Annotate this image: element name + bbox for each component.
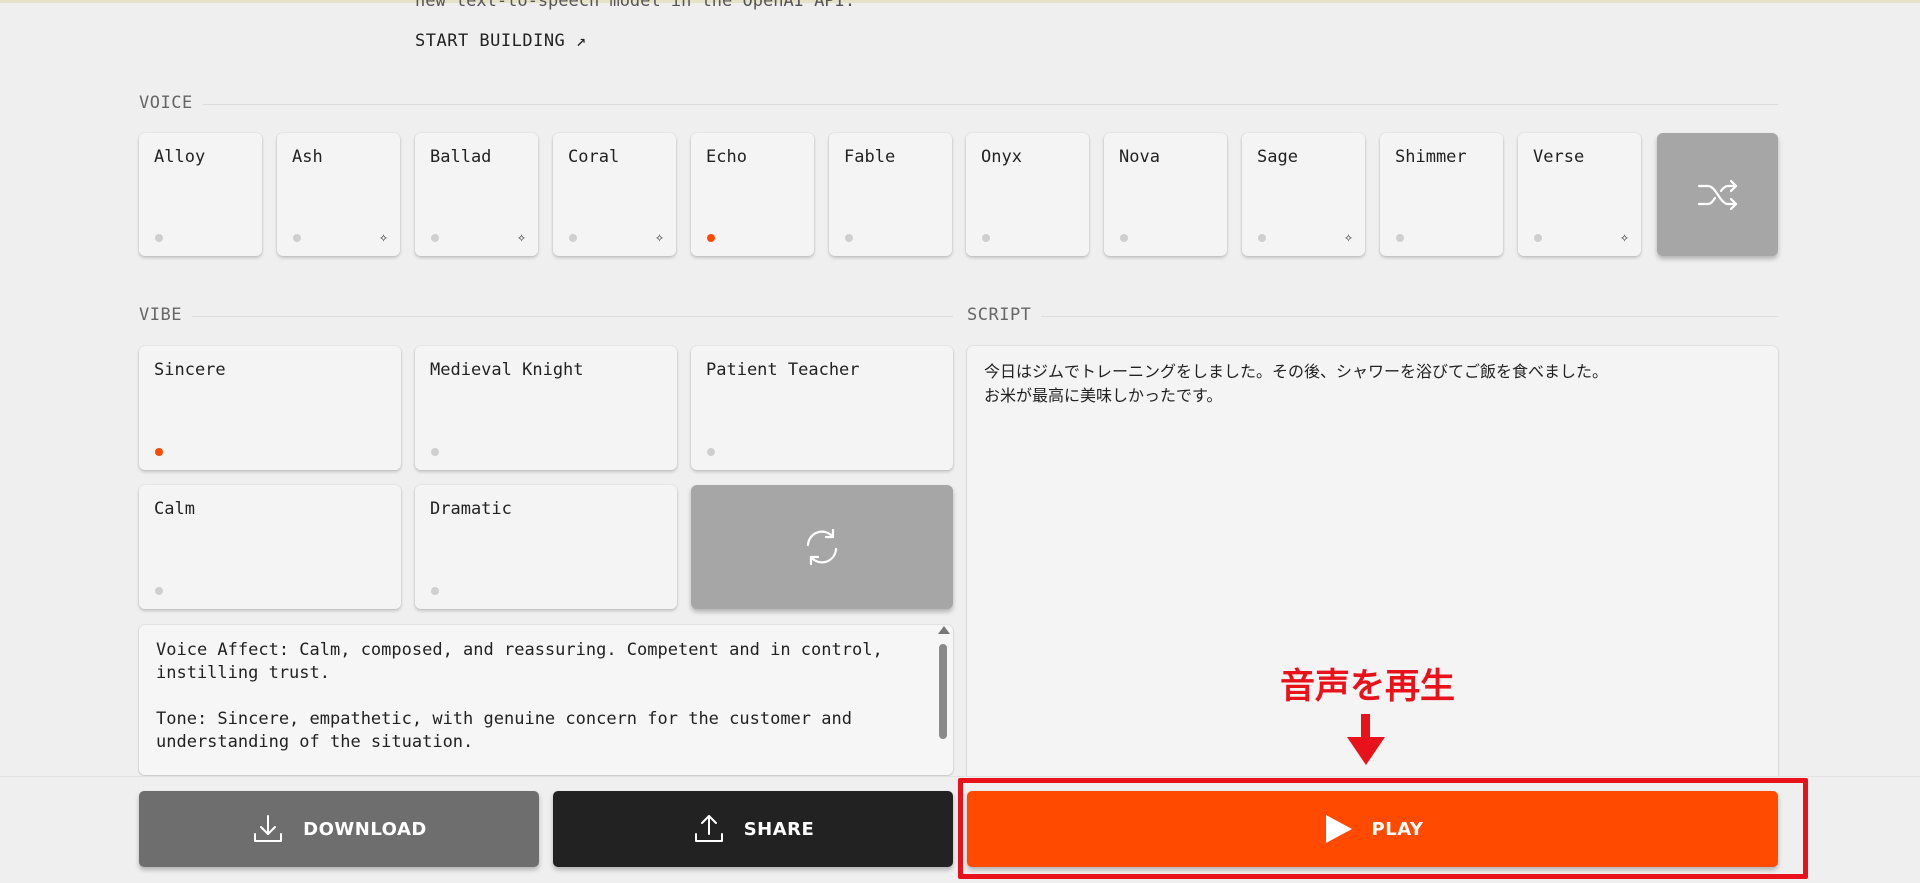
refresh-icon bbox=[806, 528, 838, 566]
vibe-section-label: VIBE bbox=[139, 305, 192, 325]
scroll-up-icon[interactable] bbox=[938, 626, 950, 634]
indicator-dot bbox=[982, 234, 990, 242]
voice-card-label: Fable bbox=[844, 147, 896, 167]
indicator-dot bbox=[707, 448, 715, 456]
selected-indicator-dot bbox=[707, 234, 715, 242]
indicator-dot bbox=[1396, 234, 1404, 242]
indicator-dot bbox=[155, 234, 163, 242]
share-icon bbox=[694, 815, 723, 842]
script-divider bbox=[967, 316, 1778, 317]
indicator-dot bbox=[1258, 234, 1266, 242]
share-button[interactable]: SHARE bbox=[553, 791, 953, 867]
vibe-card-patient-teacher[interactable]: Patient Teacher bbox=[691, 346, 953, 470]
indicator-dot bbox=[293, 234, 301, 242]
voice-section-label: VOICE bbox=[139, 93, 203, 113]
annotation-arrow-icon bbox=[1361, 714, 1370, 738]
download-button[interactable]: DOWNLOAD bbox=[139, 791, 539, 867]
voice-card-echo[interactable]: Echo bbox=[691, 133, 814, 256]
shuffle-voice-button[interactable] bbox=[1657, 133, 1778, 256]
voice-card-label: Verse bbox=[1533, 147, 1585, 167]
voice-card-label: Sage bbox=[1257, 147, 1298, 167]
voice-card-label: Nova bbox=[1119, 147, 1160, 167]
vibe-card-calm[interactable]: Calm bbox=[139, 485, 401, 609]
vibe-card-dramatic[interactable]: Dramatic bbox=[415, 485, 677, 609]
voice-card-label: Echo bbox=[706, 147, 747, 167]
annotation-arrow-head bbox=[1347, 737, 1385, 765]
voice-card-fable[interactable]: Fable bbox=[829, 133, 952, 256]
voice-card-label: Onyx bbox=[981, 147, 1022, 167]
vibe-card-label: Medieval Knight bbox=[430, 360, 584, 380]
download-label: DOWNLOAD bbox=[303, 818, 427, 840]
vibe-description-line: Tone: Sincere, empathetic, with genuine … bbox=[156, 709, 852, 752]
sparkle-icon: ✧ bbox=[378, 228, 388, 246]
sparkle-icon: ✧ bbox=[1619, 228, 1629, 246]
voice-card-nova[interactable]: Nova bbox=[1104, 133, 1227, 256]
vibe-card-sincere[interactable]: Sincere bbox=[139, 346, 401, 470]
script-textarea[interactable]: 今日はジムでトレーニングをしました。その後、シャワーを浴びてご飯を食べました。 … bbox=[967, 346, 1778, 786]
indicator-dot bbox=[845, 234, 853, 242]
vibe-description-line: Voice Affect: Calm, composed, and reassu… bbox=[156, 640, 883, 683]
vibe-card-medieval-knight[interactable]: Medieval Knight bbox=[415, 346, 677, 470]
play-label: PLAY bbox=[1371, 818, 1424, 840]
indicator-dot bbox=[1534, 234, 1542, 242]
voice-card-verse[interactable]: Verse ✧ bbox=[1518, 133, 1641, 256]
description-scrollbar[interactable] bbox=[937, 626, 950, 774]
sparkle-icon: ✧ bbox=[654, 228, 664, 246]
sparkle-icon: ✧ bbox=[1343, 228, 1353, 246]
selected-indicator-dot bbox=[155, 448, 163, 456]
voice-divider bbox=[139, 104, 1778, 105]
vibe-divider bbox=[139, 316, 953, 317]
play-icon bbox=[1325, 815, 1352, 843]
vibe-card-label: Sincere bbox=[154, 360, 226, 380]
voice-card-label: Alloy bbox=[154, 147, 206, 167]
indicator-dot bbox=[431, 234, 439, 242]
refresh-vibe-button[interactable] bbox=[691, 485, 953, 609]
voice-card-shimmer[interactable]: Shimmer bbox=[1380, 133, 1503, 256]
vibe-description[interactable]: Voice Affect: Calm, composed, and reassu… bbox=[139, 625, 953, 775]
vibe-card-label: Patient Teacher bbox=[706, 360, 860, 380]
voice-card-label: Ballad bbox=[430, 147, 492, 167]
start-building-link[interactable]: START BUILDING ↗ bbox=[415, 31, 587, 51]
script-line: 今日はジムでトレーニングをしました。その後、シャワーを浴びてご飯を食べました。 bbox=[984, 362, 1609, 381]
voice-card-alloy[interactable]: Alloy bbox=[139, 133, 262, 256]
indicator-dot bbox=[1120, 234, 1128, 242]
annotation-label: 音声を再生 bbox=[1280, 667, 1456, 707]
voice-card-coral[interactable]: Coral ✧ bbox=[553, 133, 676, 256]
share-label: SHARE bbox=[743, 818, 815, 840]
scroll-thumb[interactable] bbox=[939, 644, 947, 739]
voice-card-label: Ash bbox=[292, 147, 323, 167]
voice-card-ballad[interactable]: Ballad ✧ bbox=[415, 133, 538, 256]
indicator-dot bbox=[431, 587, 439, 595]
play-button[interactable]: PLAY bbox=[967, 791, 1778, 867]
indicator-dot bbox=[569, 234, 577, 242]
indicator-dot bbox=[155, 587, 163, 595]
vibe-card-label: Dramatic bbox=[430, 499, 512, 519]
shuffle-icon bbox=[1697, 179, 1737, 210]
top-border bbox=[0, 0, 1920, 3]
voice-card-label: Shimmer bbox=[1395, 147, 1467, 167]
script-line: お米が最高に美味しかったです。 bbox=[984, 386, 1223, 405]
script-section-label: SCRIPT bbox=[967, 305, 1042, 325]
indicator-dot bbox=[431, 448, 439, 456]
download-icon bbox=[254, 815, 283, 842]
voice-card-label: Coral bbox=[568, 147, 620, 167]
sparkle-icon: ✧ bbox=[516, 228, 526, 246]
intro-text: new text-to-speech model in the OpenAI A… bbox=[415, 0, 856, 11]
voice-card-ash[interactable]: Ash ✧ bbox=[277, 133, 400, 256]
voice-card-onyx[interactable]: Onyx bbox=[966, 133, 1089, 256]
vibe-card-label: Calm bbox=[154, 499, 195, 519]
voice-card-sage[interactable]: Sage ✧ bbox=[1242, 133, 1365, 256]
